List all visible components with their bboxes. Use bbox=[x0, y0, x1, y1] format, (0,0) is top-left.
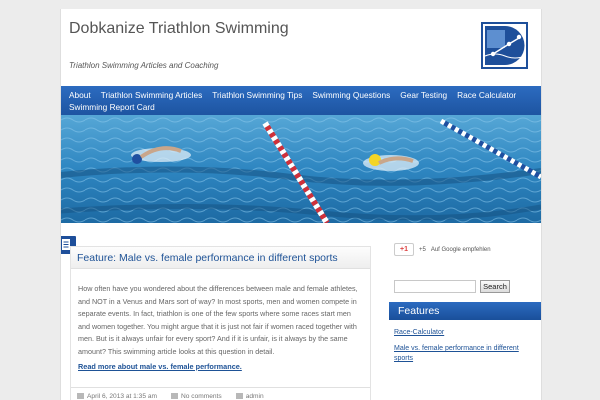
google-plus-label: Auf Google empfehlen bbox=[430, 246, 491, 253]
site-description: Triathlon Swimming Articles and Coaching bbox=[69, 61, 219, 70]
site-logo[interactable] bbox=[481, 22, 528, 69]
search-button[interactable]: Search bbox=[480, 280, 510, 293]
calendar-icon bbox=[77, 393, 84, 399]
nav-item-triathlon-swimming-tips[interactable]: Triathlon Swimming Tips bbox=[212, 89, 302, 101]
read-more-link[interactable]: Read more about male vs. female performa… bbox=[78, 362, 242, 371]
nav-item-swimming-report-card[interactable]: Swimming Report Card bbox=[69, 101, 155, 113]
post-date-text: April 6, 2013 at 1:35 am bbox=[87, 392, 158, 400]
nav-item-about[interactable]: About bbox=[69, 89, 91, 101]
post-date: April 6, 2013 at 1:35 am bbox=[77, 393, 157, 400]
features-list: Race-Calculator Male vs. female performa… bbox=[394, 328, 534, 370]
page-container: Dobkanize Triathlon Swimming Triathlon S… bbox=[60, 9, 542, 400]
post-comments[interactable]: No comments bbox=[171, 393, 222, 400]
site-title[interactable]: Dobkanize Triathlon Swimming bbox=[69, 19, 329, 39]
post-author[interactable]: admin bbox=[235, 393, 264, 400]
nav-item-swimming-questions[interactable]: Swimming Questions bbox=[312, 89, 390, 101]
sidebar: +1 +5 Auf Google empfehlen Search Featur… bbox=[389, 223, 541, 400]
feature-link-male-vs-female[interactable]: Male vs. female performance in different… bbox=[394, 344, 534, 364]
post-author-text[interactable]: admin bbox=[246, 393, 264, 400]
nav-item-triathlon-swimming-articles[interactable]: Triathlon Swimming Articles bbox=[101, 89, 203, 101]
feature-link-race-calculator[interactable]: Race-Calculator bbox=[394, 328, 534, 338]
main-content: Feature: Male vs. female performance in … bbox=[61, 223, 541, 400]
nav-item-race-calculator[interactable]: Race Calculator bbox=[457, 89, 516, 101]
google-plus-widget: +1 +5 Auf Google empfehlen bbox=[394, 243, 491, 256]
post-comments-text[interactable]: No comments bbox=[181, 393, 222, 400]
header-banner-image bbox=[61, 115, 541, 223]
swimming-pool-image bbox=[61, 115, 541, 223]
search-input[interactable] bbox=[394, 280, 476, 293]
post-card: Feature: Male vs. female performance in … bbox=[70, 246, 371, 400]
google-plus-button[interactable]: +1 bbox=[394, 243, 414, 256]
google-plus-count: +5 bbox=[419, 246, 426, 253]
nav-item-gear-testing[interactable]: Gear Testing bbox=[400, 89, 447, 101]
post-excerpt: How often have you wondered about the di… bbox=[78, 284, 358, 356]
comment-icon bbox=[171, 393, 179, 399]
features-widget-title: Features bbox=[389, 302, 541, 320]
post-meta: April 6, 2013 at 1:35 am No comments adm… bbox=[71, 387, 370, 400]
post-title[interactable]: Feature: Male vs. female performance in … bbox=[71, 247, 370, 269]
user-icon bbox=[235, 393, 243, 399]
logo-d-icon bbox=[483, 24, 526, 67]
